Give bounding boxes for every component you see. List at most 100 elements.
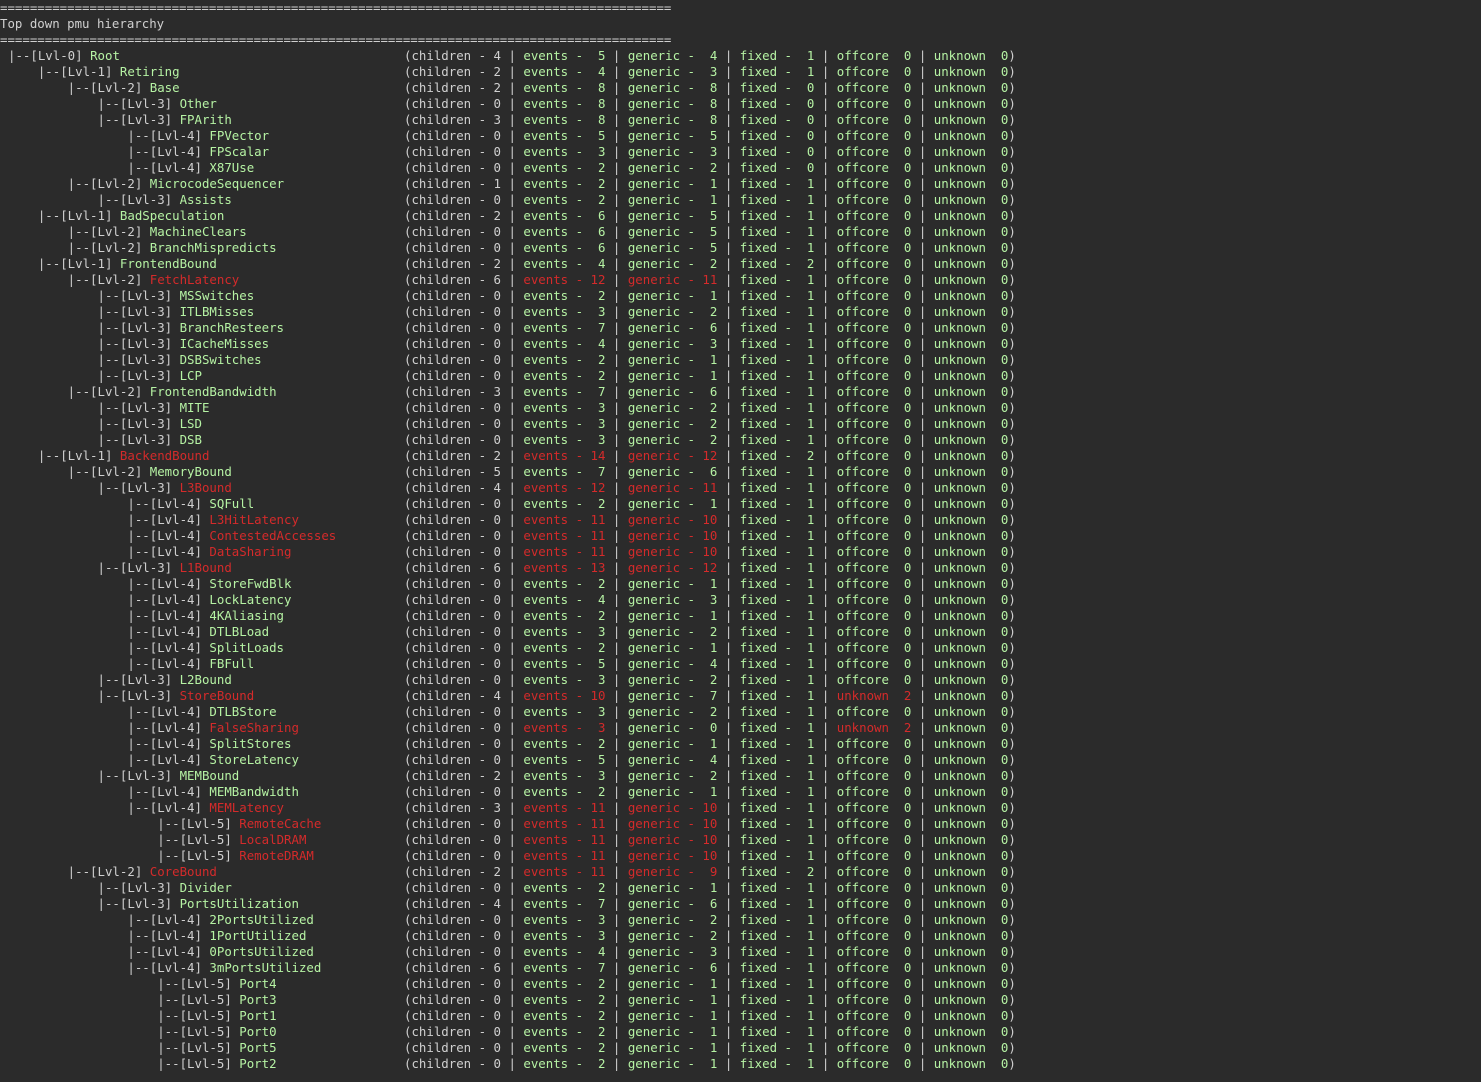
offcore-count: offcore 0: [836, 672, 912, 687]
level-tag: |--[Lvl-1]: [8, 256, 120, 271]
events-count: events - 2: [523, 192, 606, 207]
tree-node: |--[Lvl-3] DSBSwitches: [8, 352, 262, 368]
fixed-count: fixed - 1: [739, 1008, 815, 1023]
node-name: Base: [149, 80, 180, 95]
fixed-count: fixed - 1: [739, 48, 815, 63]
counter-columns: (children - 4 | events - 5 | generic - 4…: [404, 48, 1016, 63]
children-count: (children - 0: [404, 1024, 501, 1039]
generic-count: generic - 11: [627, 480, 718, 495]
tree-node: |--[Lvl-4] FalseSharing: [8, 720, 299, 736]
offcore-count: offcore 0: [836, 400, 912, 415]
offcore-count: offcore 0: [836, 448, 912, 463]
generic-count: generic - 8: [627, 112, 718, 127]
events-count: events - 5: [523, 752, 606, 767]
tree-node: |--[Lvl-3] MITE: [8, 400, 210, 416]
level-tag: |--[Lvl-3]: [8, 880, 180, 895]
node-name: X87Use: [209, 160, 255, 175]
counter-columns: (children - 0 | events - 3 | generic - 2…: [404, 416, 1016, 431]
events-count: events - 7: [523, 384, 606, 399]
unknown-count: unknown 0: [933, 64, 1009, 79]
counter-columns: (children - 4 | events - 10 | generic - …: [404, 688, 1016, 703]
children-count: (children - 0: [404, 240, 501, 255]
events-count: events - 13: [523, 560, 606, 575]
tree-node: |--[Lvl-5] RemoteCache: [8, 816, 321, 832]
fixed-count: fixed - 1: [739, 576, 815, 591]
counter-columns: (children - 0 | events - 3 | generic - 2…: [404, 400, 1016, 415]
table-row: |--[Lvl-4] 2PortsUtilized (children - 0 |…: [0, 912, 1481, 928]
children-count: (children - 3: [404, 384, 501, 399]
offcore-count: offcore 0: [836, 912, 912, 927]
generic-count: generic - 5: [627, 208, 718, 223]
fixed-count: fixed - 1: [739, 944, 815, 959]
table-row: |--[Lvl-2] MemoryBound (children - 5 | ev…: [0, 464, 1481, 480]
generic-count: generic - 5: [627, 224, 718, 239]
generic-count: generic - 3: [627, 64, 718, 79]
node-name: PortsUtilization: [179, 896, 299, 911]
counter-columns: (children - 0 | events - 2 | generic - 1…: [404, 608, 1016, 623]
level-tag: |--[Lvl-2]: [8, 176, 150, 191]
node-name: LockLatency: [209, 592, 292, 607]
children-count: (children - 0: [404, 128, 501, 143]
generic-count: generic - 10: [627, 800, 718, 815]
node-name: L1Bound: [179, 560, 232, 575]
events-count: events - 2: [523, 352, 606, 367]
table-row: |--[Lvl-3] BranchResteers (children - 0 |…: [0, 320, 1481, 336]
generic-count: generic - 8: [627, 80, 718, 95]
tree-node: |--[Lvl-5] Port4: [8, 976, 276, 992]
children-count: (children - 0: [404, 400, 501, 415]
tree-node: |--[Lvl-3] L2Bound: [8, 672, 232, 688]
node-name: BadSpeculation: [119, 208, 225, 223]
children-count: (children - 0: [404, 416, 501, 431]
generic-count: generic - 2: [627, 672, 718, 687]
counter-columns: (children - 0 | events - 2 | generic - 1…: [404, 976, 1016, 991]
fixed-count: fixed - 1: [739, 208, 815, 223]
tree-node: |--[Lvl-4] 3mPortsUtilized: [8, 960, 321, 976]
table-row: |--[Lvl-3] Other (children - 0 | events -…: [0, 96, 1481, 112]
level-tag: |--[Lvl-2]: [8, 864, 150, 879]
children-count: (children - 0: [404, 592, 501, 607]
tree-node: |--[Lvl-4] DataSharing: [8, 544, 291, 560]
children-count: (children - 0: [404, 992, 501, 1007]
fixed-count: fixed - 1: [739, 784, 815, 799]
table-row: |--[Lvl-3] L3Bound (children - 4 | events…: [0, 480, 1481, 496]
events-count: events - 2: [523, 992, 606, 1007]
tree-node: |--[Lvl-4] 2PortsUtilized: [8, 912, 314, 928]
counter-columns: (children - 0 | events - 8 | generic - 8…: [404, 96, 1016, 111]
offcore-count: offcore 0: [836, 112, 912, 127]
generic-count: generic - 1: [627, 176, 718, 191]
offcore-count: offcore 0: [836, 336, 912, 351]
unknown-count: unknown 0: [933, 992, 1009, 1007]
table-row: |--[Lvl-4] X87Use (children - 0 | events …: [0, 160, 1481, 176]
level-tag: |--[Lvl-4]: [8, 624, 210, 639]
table-row: |--[Lvl-4] DataSharing (children - 0 | ev…: [0, 544, 1481, 560]
level-tag: |--[Lvl-5]: [8, 976, 240, 991]
table-row: |--[Lvl-4] DTLBLoad (children - 0 | event…: [0, 624, 1481, 640]
level-tag: |--[Lvl-3]: [8, 672, 180, 687]
counter-columns: (children - 0 | events - 4 | generic - 3…: [404, 336, 1016, 351]
terminal-output[interactable]: ========================================…: [0, 0, 1481, 1072]
table-row: |--[Lvl-4] 1PortUtilized (children - 0 | …: [0, 928, 1481, 944]
events-count: events - 3: [523, 432, 606, 447]
events-count: events - 5: [523, 656, 606, 671]
counter-columns: (children - 5 | events - 7 | generic - 6…: [404, 464, 1016, 479]
offcore-count: offcore 0: [836, 480, 912, 495]
fixed-count: fixed - 1: [739, 1024, 815, 1039]
node-name: MEMLatency: [209, 800, 285, 815]
tree-node: |--[Lvl-4] ContestedAccesses: [8, 528, 336, 544]
offcore-count: offcore 0: [836, 144, 912, 159]
fixed-count: fixed - 1: [739, 304, 815, 319]
level-tag: |--[Lvl-4]: [8, 752, 210, 767]
table-row: |--[Lvl-3] FPArith (children - 3 | events…: [0, 112, 1481, 128]
events-count: events - 14: [523, 448, 606, 463]
counter-columns: (children - 0 | events - 3 | generic - 2…: [404, 704, 1016, 719]
table-row: |--[Lvl-4] FPScalar (children - 0 | event…: [0, 144, 1481, 160]
offcore-count: offcore 0: [836, 800, 912, 815]
children-count: (children - 0: [404, 544, 501, 559]
offcore-count: offcore 0: [836, 528, 912, 543]
counter-columns: (children - 0 | events - 2 | generic - 1…: [404, 736, 1016, 751]
table-row: |--[Lvl-5] Port4 (children - 0 | events -…: [0, 976, 1481, 992]
tree-node: |--[Lvl-3] LSD: [8, 416, 202, 432]
counter-columns: (children - 0 | events - 11 | generic - …: [404, 816, 1016, 831]
events-count: events - 4: [523, 592, 606, 607]
level-tag: |--[Lvl-4]: [8, 960, 210, 975]
